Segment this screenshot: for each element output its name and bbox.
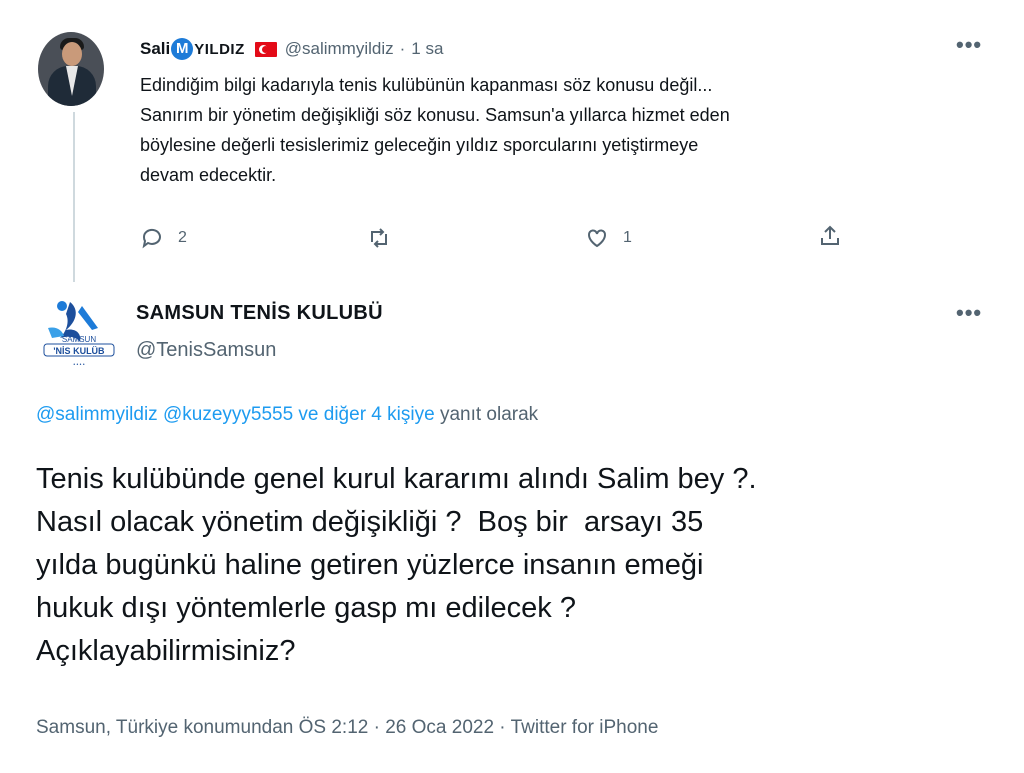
like-button[interactable]: 1: [585, 226, 632, 250]
reply-count: 2: [178, 229, 187, 246]
svg-text:SAMSUN: SAMSUN: [62, 335, 96, 344]
display-name-part[interactable]: YILDIZ: [194, 41, 245, 58]
name-badge-icon: M: [171, 38, 194, 60]
avatar-face: [62, 42, 82, 66]
tweet1-header: Sali M YILDIZ @salimmyildiz · 1 sa: [140, 36, 443, 62]
separator: ·: [399, 39, 406, 58]
like-count: 1: [623, 229, 632, 246]
reply-icon: [142, 228, 161, 249]
replying-to: @salimmyildiz @kuzeyyy5555 ve diğer 4 ki…: [36, 404, 538, 426]
tweet2-header: SAMSUN TENİS KULUBÜ @TenisSamsun: [136, 302, 383, 362]
like-icon: [588, 229, 606, 248]
display-name[interactable]: SAMSUN TENİS KULUBÜ: [136, 302, 383, 325]
display-name-part[interactable]: Sali: [140, 39, 170, 59]
thread-connector: [73, 112, 75, 282]
share-button[interactable]: [818, 224, 842, 248]
more-options-icon[interactable]: •••: [956, 300, 982, 326]
tweet1-text: Edindiğim bilgi kadarıyla tenis kulübünü…: [140, 75, 730, 185]
reply-mentions-link[interactable]: @salimmyildiz @kuzeyyy5555 ve diğer 4 ki…: [36, 404, 435, 425]
tweet2-text: Tenis kulübünde genel kurul kararımı alı…: [36, 463, 757, 667]
more-options-icon[interactable]: •••: [956, 32, 982, 58]
turkey-flag-icon: [254, 41, 277, 57]
retweet-icon: [371, 228, 387, 248]
svg-text:'NİS KULÜB: 'NİS KULÜB: [53, 346, 105, 356]
reply-suffix: yanıt olarak: [439, 404, 539, 425]
tennis-club-logo-icon: SAMSUN 'NİS KULÜB • • • •: [43, 301, 115, 368]
user-handle[interactable]: @salimmyildiz: [285, 39, 394, 59]
retweet-button[interactable]: [367, 226, 391, 250]
tweet-time[interactable]: 1 sa: [411, 39, 443, 59]
svg-text:• • • •: • • • •: [73, 362, 84, 368]
user-handle[interactable]: @TenisSamsun: [136, 339, 383, 362]
reply-button[interactable]: 2: [140, 226, 187, 250]
share-icon: [821, 225, 839, 245]
tweet-meta[interactable]: Samsun, Türkiye konumundan ÖS 2:12 · 26 …: [36, 717, 658, 739]
club-logo[interactable]: SAMSUN 'NİS KULÜB • • • •: [36, 292, 120, 376]
user-avatar[interactable]: [38, 32, 104, 106]
